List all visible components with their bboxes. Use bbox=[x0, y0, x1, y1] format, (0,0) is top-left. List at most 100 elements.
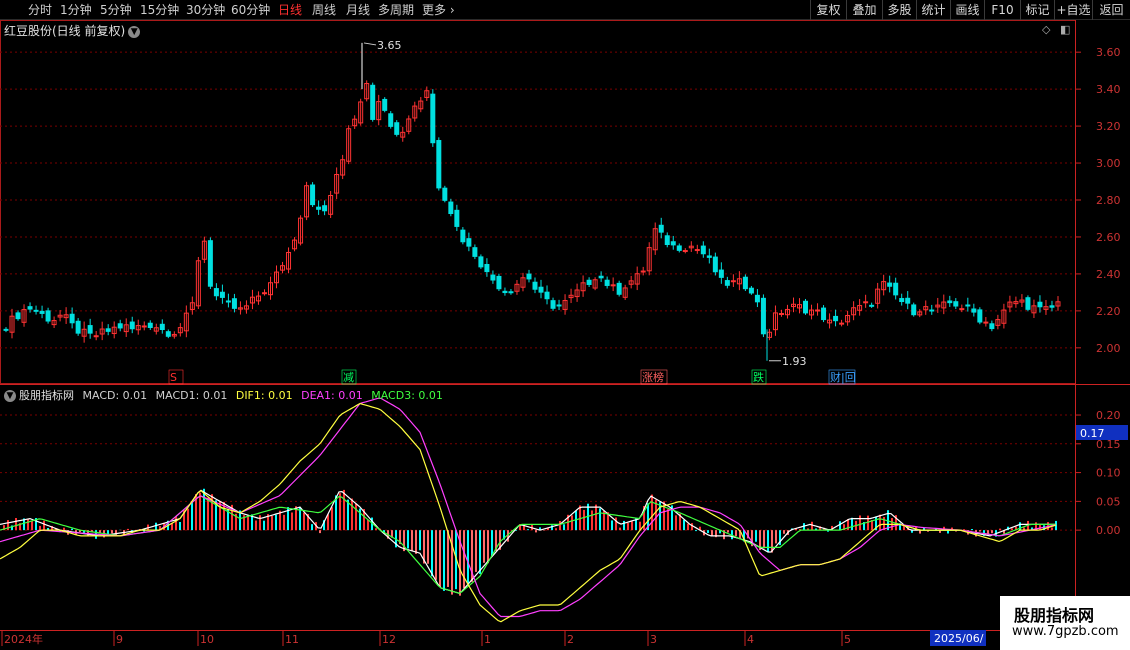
candle-body bbox=[953, 301, 959, 307]
price-tick-label: 2.00 bbox=[1096, 342, 1121, 355]
period-tab-60min[interactable]: 60分钟 bbox=[231, 2, 270, 18]
watermark-url: www.7gpzb.com bbox=[1012, 624, 1119, 639]
indicator-menu-icon[interactable]: ▼ bbox=[4, 390, 16, 402]
period-tab-daily[interactable]: 日线 bbox=[278, 2, 302, 18]
kline-chart[interactable]: 3.60 3.40 3.20 3.00 2.80 2.60 2.40 2.20 2.00 3.6… bbox=[0, 20, 1130, 650]
candle-body bbox=[3, 328, 9, 331]
time-tick-label: 5 bbox=[844, 633, 851, 646]
time-tick-label: 9 bbox=[116, 633, 123, 646]
diamond-icon[interactable]: ◇ bbox=[1042, 23, 1050, 36]
site-watermark: 股朋指标网 www.7gpzb.com bbox=[1000, 596, 1130, 650]
time-tick-label: 10 bbox=[200, 633, 214, 646]
period-tab-monthly[interactable]: 月线 bbox=[346, 2, 370, 18]
candle-body bbox=[454, 209, 460, 227]
candle-body bbox=[508, 291, 514, 294]
candle-body bbox=[911, 304, 917, 316]
candle-body bbox=[977, 309, 983, 323]
f10-button[interactable]: F10 bbox=[984, 0, 1020, 20]
candle-body bbox=[899, 298, 905, 303]
macd3-value: MACD3: 0.01 bbox=[371, 389, 443, 402]
candle-body bbox=[33, 309, 39, 312]
multi-stock-button[interactable]: 多股 bbox=[882, 0, 916, 20]
period-tab-weekly[interactable]: 周线 bbox=[312, 2, 336, 18]
back-button[interactable]: 返回 bbox=[1092, 0, 1130, 20]
statistics-button[interactable]: 统计 bbox=[916, 0, 950, 20]
candle-body bbox=[75, 320, 81, 334]
adjust-button[interactable]: 复权 bbox=[810, 0, 846, 20]
period-toolbar: 分时 1分钟 5分钟 15分钟 30分钟 60分钟 日线 周线 月线 多周期 更… bbox=[0, 0, 1130, 20]
watermark-title: 股朋指标网 bbox=[1014, 606, 1095, 625]
indicator-name[interactable]: 股朋指标网 bbox=[19, 389, 74, 402]
layout-toggle-icon[interactable]: ◧ bbox=[1060, 23, 1070, 36]
candle-body bbox=[105, 328, 111, 332]
period-tab-more[interactable]: 更多 › bbox=[422, 2, 455, 18]
chevron-right-icon: › bbox=[446, 3, 455, 17]
candle-body bbox=[382, 98, 388, 111]
price-tick-label: 3.60 bbox=[1096, 46, 1121, 59]
candle-body bbox=[676, 245, 682, 251]
current-date-text: 2025/06/ bbox=[934, 632, 984, 645]
stock-title-text: 红豆股份(日线 前复权) bbox=[4, 24, 126, 38]
candle-body bbox=[165, 331, 171, 337]
candle-body bbox=[664, 235, 670, 246]
event-marker-label: 跌 bbox=[753, 370, 764, 384]
time-tick-label: 1 bbox=[484, 633, 491, 646]
candle-body bbox=[803, 300, 809, 314]
period-tab-5min[interactable]: 5分钟 bbox=[100, 2, 132, 18]
chevron-down-icon[interactable]: ▼ bbox=[128, 25, 141, 38]
candle-body bbox=[658, 224, 664, 233]
candle-body bbox=[129, 321, 135, 330]
macd-histogram bbox=[3, 488, 1057, 596]
candle-body bbox=[724, 280, 730, 286]
event-markers: S 减 涨榜 跌 财|回 bbox=[168, 369, 856, 385]
candle-body bbox=[141, 325, 147, 328]
overlay-button[interactable]: 叠加 bbox=[846, 0, 882, 20]
event-marker-label: 涨榜 bbox=[642, 370, 664, 384]
candle-body bbox=[1037, 301, 1043, 308]
candle-body bbox=[550, 300, 556, 309]
candle-body bbox=[682, 250, 688, 253]
add-watchlist-button[interactable]: +自选 bbox=[1054, 0, 1092, 20]
candle-body bbox=[833, 315, 839, 322]
candle-body bbox=[640, 270, 646, 273]
candle-body bbox=[815, 309, 821, 312]
price-tick-label: 2.80 bbox=[1096, 194, 1121, 207]
time-axis: 2024年 9 10 11 12 1 2 3 4 5 bbox=[1, 631, 933, 646]
candle-body bbox=[316, 206, 322, 210]
macd-value: MACD: 0.01 bbox=[82, 389, 148, 402]
candle-body bbox=[207, 240, 213, 287]
candle-body bbox=[863, 301, 869, 304]
period-tab-1min[interactable]: 1分钟 bbox=[60, 2, 92, 18]
candlestick-series bbox=[3, 80, 1061, 343]
indicator-tick-label: 0.00 bbox=[1096, 524, 1121, 537]
candle-body bbox=[460, 229, 466, 243]
price-tick-label: 3.00 bbox=[1096, 157, 1121, 170]
stock-title[interactable]: 红豆股份(日线 前复权) ▼ bbox=[4, 22, 141, 39]
period-tab-intraday[interactable]: 分时 bbox=[28, 2, 52, 18]
price-tick-label: 3.40 bbox=[1096, 83, 1121, 96]
candle-body bbox=[989, 323, 995, 330]
draw-line-button[interactable]: 画线 bbox=[950, 0, 984, 20]
candle-body bbox=[213, 288, 219, 297]
candle-body bbox=[69, 313, 75, 324]
candle-body bbox=[466, 238, 472, 247]
candle-body bbox=[436, 140, 442, 189]
candle-body bbox=[261, 292, 267, 295]
candle-body bbox=[448, 201, 454, 215]
candle-body bbox=[538, 286, 544, 293]
high-price-label: 3.65 bbox=[377, 39, 402, 52]
candle-body bbox=[754, 294, 760, 303]
candle-body bbox=[616, 282, 622, 295]
candle-body bbox=[544, 291, 550, 300]
candle-body bbox=[87, 325, 93, 334]
candle-body bbox=[718, 269, 724, 278]
candle-body bbox=[905, 297, 911, 304]
candle-body bbox=[219, 291, 225, 298]
mark-button[interactable]: 标记 bbox=[1020, 0, 1054, 20]
period-tab-30min[interactable]: 30分钟 bbox=[186, 2, 225, 18]
period-tab-15min[interactable]: 15分钟 bbox=[140, 2, 179, 18]
period-tab-multi[interactable]: 多周期 bbox=[378, 2, 414, 18]
price-tick-label: 2.60 bbox=[1096, 231, 1121, 244]
candle-body bbox=[502, 290, 508, 294]
more-label: 更多 bbox=[422, 3, 447, 17]
